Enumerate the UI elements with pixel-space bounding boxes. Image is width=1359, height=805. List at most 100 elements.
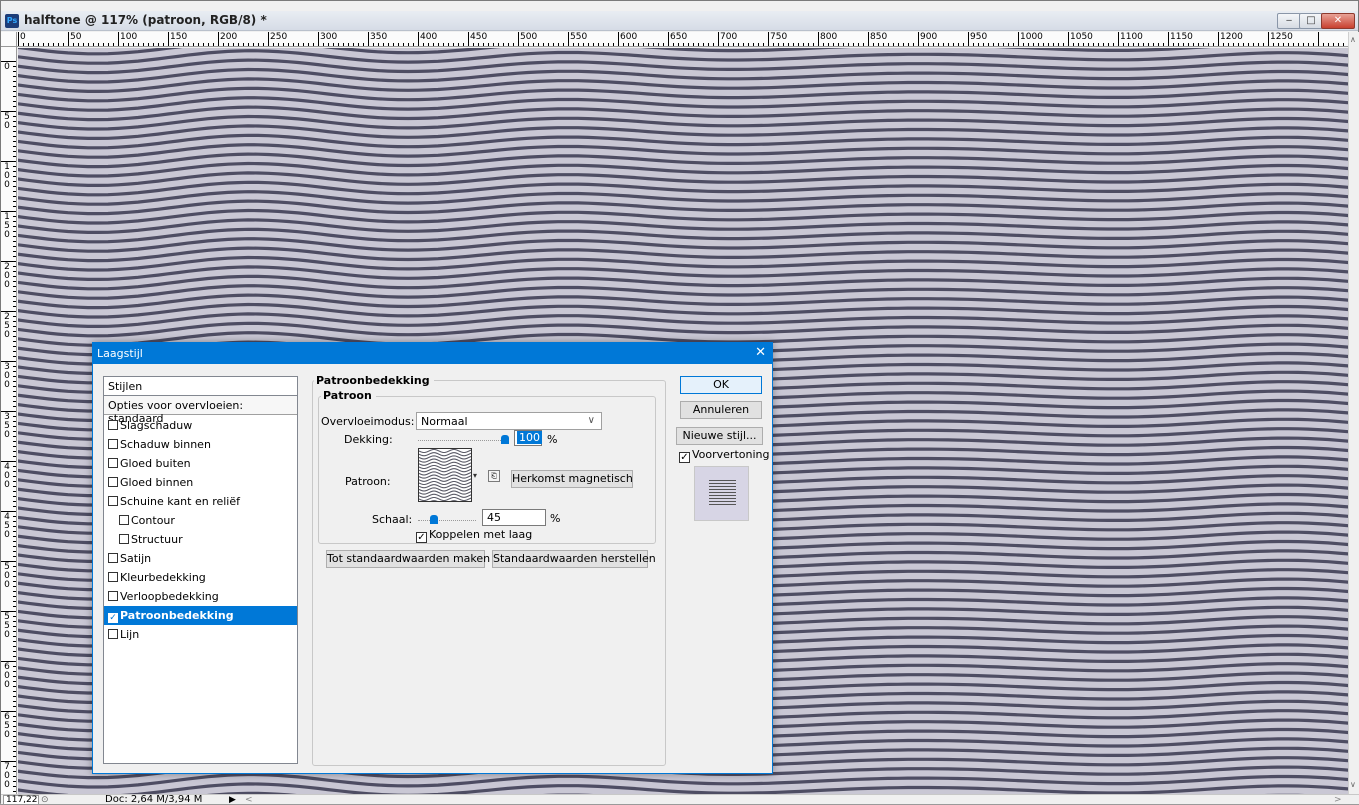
ruler-label: 100 [120, 32, 138, 42]
pattern-dropdown-icon[interactable]: ▾ [473, 471, 477, 480]
checkmark-icon: ✓ [416, 532, 427, 543]
ruler-label: 500 [520, 32, 538, 42]
preview-checkbox[interactable]: ✓ Voorvertoning [679, 448, 769, 463]
blending-options-item[interactable]: Opties voor overvloeien: standaard [104, 396, 297, 425]
style-item-satijn[interactable]: Satijn [104, 549, 297, 568]
styles-header[interactable]: Stijlen [104, 377, 297, 396]
ruler-label: 0 [4, 62, 10, 72]
style-checkbox[interactable] [108, 458, 118, 468]
thumbnail-stripes [419, 449, 471, 501]
ruler-corner[interactable] [1, 32, 17, 47]
style-item-label: Kleurbedekking [120, 571, 206, 584]
vertical-scrollbar[interactable]: ∧ ∨ [1348, 32, 1359, 794]
make-default-button[interactable]: Tot standaardwaarden maken [326, 550, 490, 568]
style-item-lijn[interactable]: Lijn [104, 625, 297, 644]
preview-label: Voorvertoning [692, 448, 770, 461]
style-item-label: Satijn [120, 552, 152, 565]
opacity-slider[interactable] [418, 440, 505, 441]
style-checkbox[interactable] [108, 629, 118, 639]
snap-to-origin-button[interactable]: Herkomst magnetisch [511, 470, 633, 488]
ruler-label: 350 [4, 412, 10, 440]
ruler-label: 50 [70, 32, 82, 42]
cancel-button[interactable]: Annuleren [680, 401, 762, 419]
reset-to-default-button[interactable]: Standaardwaarden herstellen [492, 550, 656, 568]
style-item-kleurbedekking[interactable]: Kleurbedekking [104, 568, 297, 587]
style-checkbox[interactable] [119, 515, 129, 525]
style-checkbox[interactable] [108, 496, 118, 506]
layer-style-dialog: Laagstijl ✕ Stijlen Opties voor overvloe… [92, 342, 773, 774]
scale-slider-thumb[interactable] [429, 515, 438, 524]
zoom-info-icon[interactable]: ⊙ [41, 795, 49, 805]
style-item-label: Contour [131, 514, 175, 527]
ruler-label: 650 [4, 712, 10, 740]
style-item-gloed-buiten[interactable]: Gloed buiten [104, 454, 297, 473]
style-item-structuur[interactable]: Structuur [104, 530, 297, 549]
style-item-patroonbedekking[interactable]: ✓ Patroonbedekking [104, 606, 297, 625]
ruler-label: 300 [320, 32, 338, 42]
style-checkbox[interactable] [108, 553, 118, 563]
style-checkbox[interactable] [119, 534, 129, 544]
ruler-label: 250 [4, 312, 10, 340]
style-item-label: Verloopbedekking [120, 590, 219, 603]
style-preview [694, 466, 749, 521]
ruler-label: 1200 [1220, 32, 1243, 42]
minimize-icon: ‒ [1285, 15, 1293, 26]
ok-button[interactable]: OK [680, 376, 762, 394]
close-window-button[interactable]: ✕ [1321, 13, 1355, 29]
style-item-slagschaduw[interactable]: Slagschaduw [104, 416, 297, 435]
vertical-ruler[interactable]: 0 50 100 150 200 250 300 350 400 450 500 550 600 650 7… [1, 47, 17, 795]
scroll-down-icon[interactable]: ∨ [1350, 780, 1356, 789]
ruler-label: 700 [4, 762, 10, 790]
style-checkbox[interactable] [108, 420, 118, 430]
style-item-label: Slagschaduw [120, 419, 193, 432]
style-item-label: Gloed binnen [120, 476, 194, 489]
style-checkbox[interactable] [108, 591, 118, 601]
scroll-right-icon[interactable]: > [1334, 795, 1342, 805]
ruler-label: 1250 [1270, 32, 1293, 42]
ruler-label: 400 [420, 32, 438, 42]
style-preview-swatch [709, 480, 736, 507]
maximize-button[interactable]: □ [1299, 13, 1323, 29]
document-title: halftone @ 117% (patroon, RGB/8) * [24, 13, 267, 27]
new-preset-icon[interactable]: ⎗ [488, 470, 500, 482]
ruler-label: 700 [720, 32, 738, 42]
style-item-verloopbedekking[interactable]: Verloopbedekking [104, 587, 297, 606]
scroll-left-icon[interactable]: < [245, 795, 253, 805]
section-title: Patroonbedekking [314, 374, 434, 387]
opacity-slider-thumb[interactable] [501, 435, 509, 444]
ruler-label: 550 [4, 612, 10, 640]
blend-mode-select[interactable]: Normaal ∨ [416, 412, 602, 430]
style-item-label: Patroonbedekking [120, 609, 234, 622]
style-item-contour[interactable]: Contour [104, 511, 297, 530]
style-item-schuine-kant-en-reli-f[interactable]: Schuine kant en reliëf [104, 492, 297, 511]
opacity-input[interactable]: 100 [514, 430, 542, 446]
scale-slider[interactable] [418, 520, 476, 521]
scroll-up-icon[interactable]: ∧ [1350, 35, 1356, 44]
style-checkbox[interactable] [108, 439, 118, 449]
link-with-layer-checkbox[interactable]: ✓ Koppelen met laag [416, 528, 532, 543]
style-checkbox[interactable] [108, 572, 118, 582]
dialog-close-icon[interactable]: ✕ [755, 345, 766, 360]
ruler-label: 300 [4, 362, 10, 390]
dialog-title: Laagstijl [97, 347, 143, 360]
scale-unit: % [550, 512, 561, 525]
pattern-swatch[interactable] [418, 448, 472, 502]
photoshop-app-icon: Ps [5, 14, 19, 28]
dialog-title-bar[interactable]: Laagstijl ✕ [93, 343, 772, 364]
minimize-button[interactable]: ‒ [1277, 13, 1301, 29]
horizontal-ruler[interactable]: 0 50 100 150 200 250 300 350 400 450 500 550 600 650 7… [17, 32, 1348, 47]
document-size-info: Doc: 2,64 M/3,94 M [105, 794, 203, 805]
style-item-schaduw-binnen[interactable]: Schaduw binnen [104, 435, 297, 454]
scale-input[interactable]: 45 [482, 509, 546, 526]
style-checkbox[interactable] [108, 477, 118, 487]
new-style-button[interactable]: Nieuwe stijl... [676, 427, 763, 445]
ruler-label: 800 [820, 32, 838, 42]
style-checkbox[interactable]: ✓ [108, 613, 118, 623]
status-menu-arrow-icon[interactable]: ▶ [229, 795, 236, 805]
group-title: Patroon [321, 389, 376, 402]
ruler-label: 150 [170, 32, 188, 42]
style-item-gloed-binnen[interactable]: Gloed binnen [104, 473, 297, 492]
opacity-unit: % [547, 433, 558, 446]
ruler-label: 750 [770, 32, 788, 42]
zoom-field[interactable]: 117,22 [3, 795, 39, 805]
